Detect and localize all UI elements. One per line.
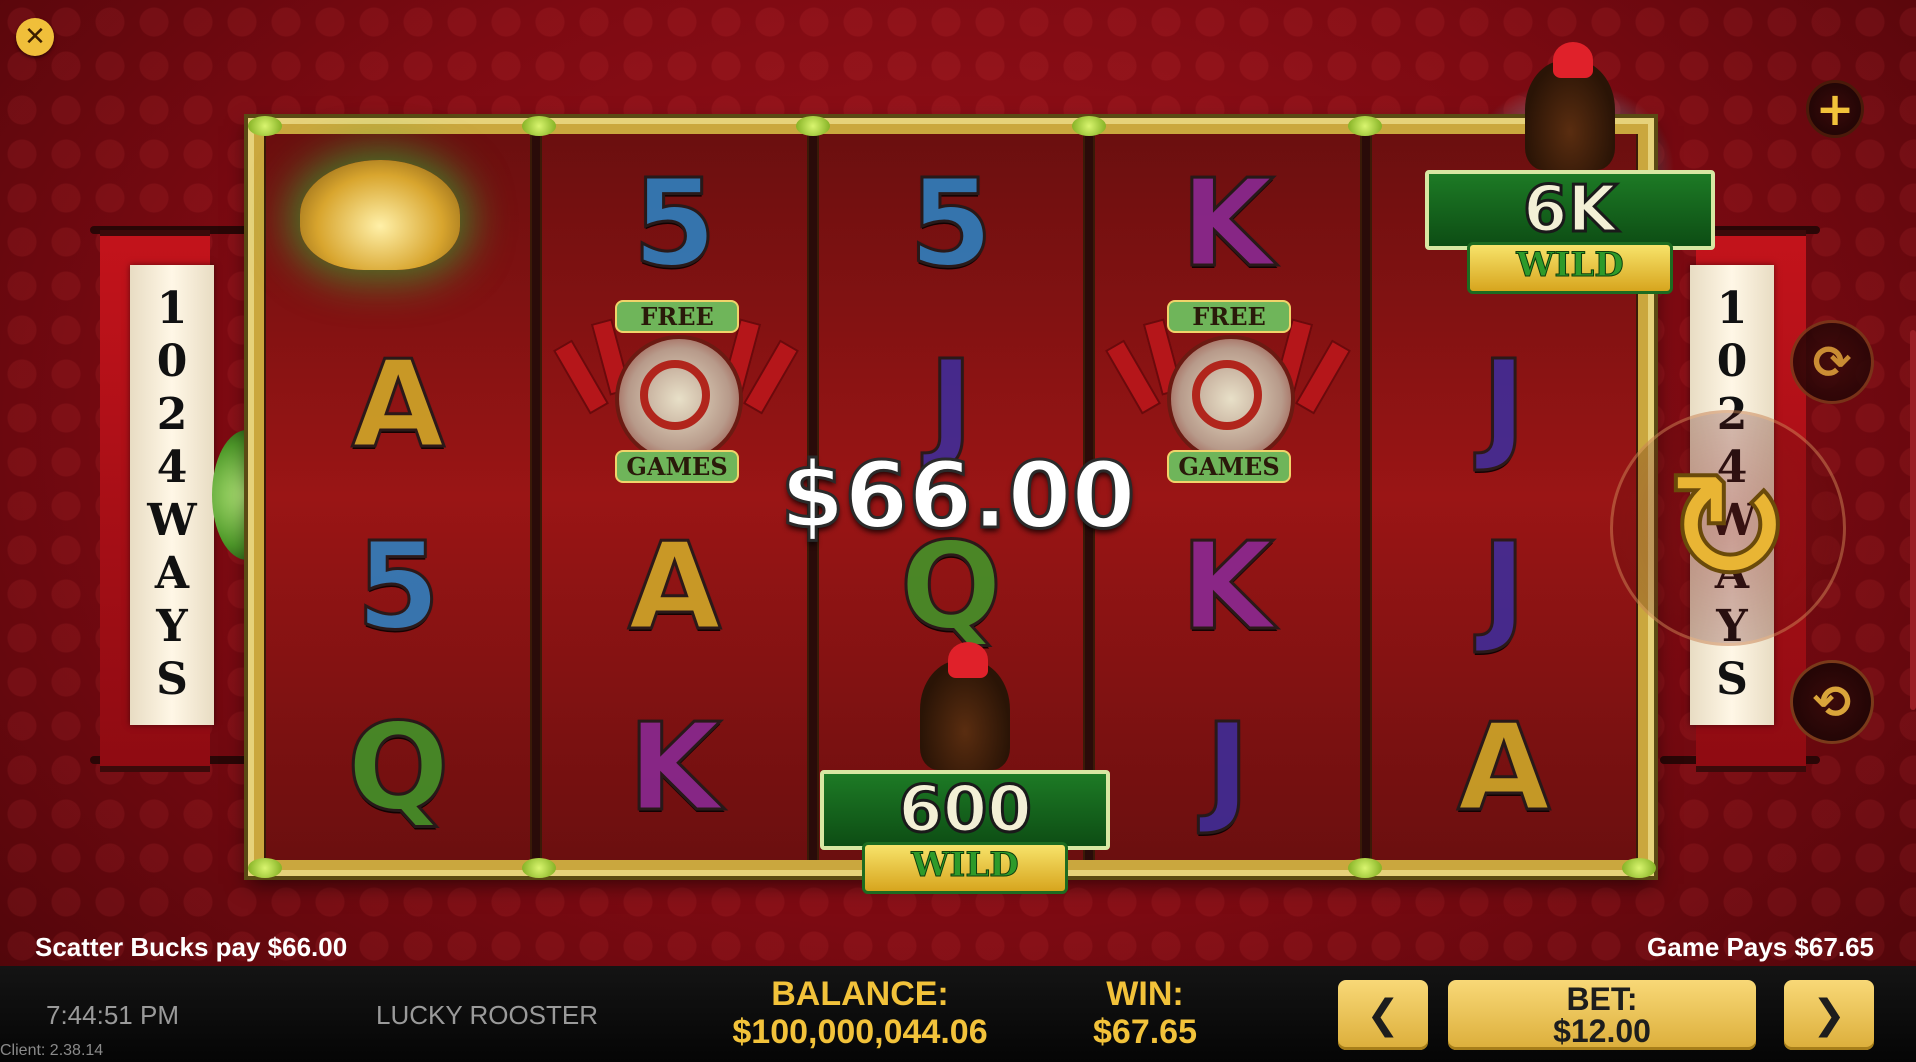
wild-top: 6K WILD	[1425, 42, 1715, 294]
autoplay-icon: ⟳	[1812, 335, 1852, 389]
chevron-left-icon: ❮	[1366, 992, 1400, 1038]
rooster-icon	[1465, 42, 1675, 170]
wild-bottom: 600 WILD	[820, 642, 1110, 894]
comb-icon	[1553, 42, 1593, 78]
balance-display: BALANCE: $100,000,044.06	[720, 975, 1000, 1051]
scrollbar[interactable]	[1910, 330, 1916, 710]
clock-time: 7:44:51 PM	[46, 1000, 179, 1030]
chevron-right-icon: ❯	[1812, 992, 1846, 1038]
frame-peg	[522, 858, 556, 878]
win-display: WIN: $67.65	[1070, 975, 1220, 1051]
win-value: $67.65	[1093, 1013, 1197, 1051]
bet-label: BET:	[1566, 981, 1638, 1017]
scatter-pay-message: Scatter Bucks pay $66.00	[35, 932, 348, 962]
bet-increase-arrow-button[interactable]: ❯	[1784, 980, 1874, 1050]
reel-symbol: Q	[346, 699, 451, 839]
reel-symbol: 5	[631, 154, 718, 294]
close-button[interactable]: ✕	[16, 18, 54, 56]
plus-icon: +	[1815, 82, 1855, 136]
rays-icon	[860, 680, 1070, 770]
frame-peg	[796, 116, 830, 136]
game-name: LUCKY ROOSTER	[376, 1000, 599, 1030]
client-version: Client: 2.38.14	[0, 1042, 104, 1059]
frame-peg	[1072, 116, 1106, 136]
scatter-ring-icon	[640, 360, 710, 430]
scatter-label-top: FREE	[1167, 300, 1291, 333]
reel-symbol: K	[1179, 154, 1275, 294]
bet-button[interactable]: BET: $12.00	[1448, 980, 1756, 1050]
win-label: WIN:	[1106, 975, 1184, 1013]
scatter-ring-icon	[1192, 360, 1262, 430]
reel-symbol: A	[1456, 699, 1552, 839]
frame-peg	[248, 116, 282, 136]
refresh-icon: ⟲	[1812, 675, 1852, 729]
scatter-label-top: FREE	[615, 300, 739, 333]
spin-icon: ↻	[1663, 439, 1793, 617]
wild-label: WILD	[1467, 242, 1673, 294]
comb-icon	[948, 642, 988, 678]
frame-peg	[248, 858, 282, 878]
game-pays-message: Game Pays $67.65	[1647, 932, 1874, 962]
frame-peg	[1348, 116, 1382, 136]
spin-button[interactable]: ↻	[1610, 410, 1846, 646]
wild-multiplier: 6K	[1425, 170, 1715, 250]
autoplay-button[interactable]: ⟳	[1790, 320, 1874, 404]
wild-multiplier: 600	[820, 770, 1110, 850]
frame-peg	[522, 116, 556, 136]
reel-symbol: J	[1204, 699, 1252, 839]
bet-increase-button[interactable]: +	[1806, 80, 1864, 138]
wild-label: WILD	[862, 842, 1068, 894]
balance-label: BALANCE:	[771, 975, 949, 1013]
rooster-icon	[860, 642, 1070, 770]
frame-peg	[1622, 858, 1656, 878]
balance-value: $100,000,044.06	[732, 1013, 988, 1051]
gold-ingot-icon	[300, 160, 460, 270]
bet-decrease-button[interactable]: ❮	[1338, 980, 1428, 1050]
bet-value: $12.00	[1553, 1013, 1651, 1049]
reel-symbol: K	[627, 699, 723, 839]
frame-peg	[1348, 858, 1382, 878]
close-icon: ✕	[24, 22, 46, 52]
rays-icon	[1465, 80, 1675, 170]
quick-spin-button[interactable]: ⟲	[1790, 660, 1874, 744]
reel-symbol: 5	[908, 154, 995, 294]
